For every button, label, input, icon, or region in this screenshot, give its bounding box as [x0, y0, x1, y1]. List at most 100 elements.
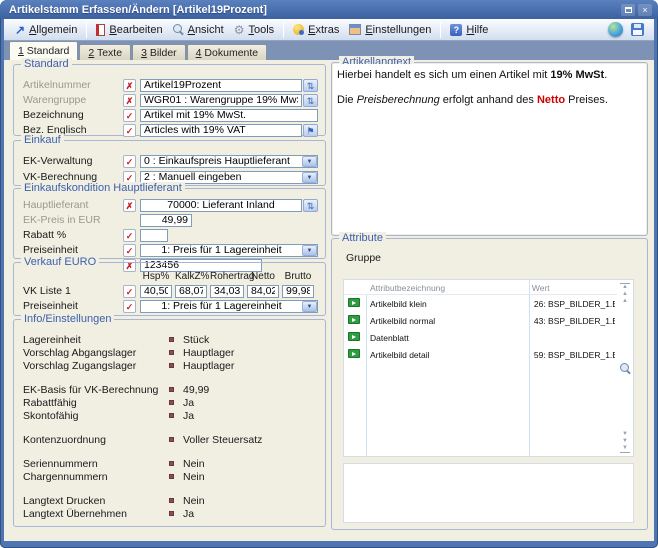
warengruppe-input[interactable] — [140, 94, 302, 107]
editable-check-icon[interactable]: ✓ — [123, 155, 136, 168]
table-row[interactable]: Artikelbild normal 43: BSP_BILDER_1.BMP — [344, 312, 633, 329]
artikelnummer-input[interactable] — [140, 79, 302, 92]
artikelnummer-label: Artikelnummer — [23, 79, 123, 91]
rabatt-input[interactable] — [140, 229, 168, 242]
bullet-icon — [169, 474, 174, 479]
group-standard: Standard Artikelnummer ✗ ⇅ Warengruppe ✗… — [13, 64, 326, 136]
table-row[interactable]: Artikelbild klein 26: BSP_BILDER_1.BMP — [344, 295, 633, 312]
brutto-input[interactable] — [282, 285, 314, 298]
table-row[interactable]: Datenblatt — [344, 329, 633, 346]
info-value: Ja — [183, 508, 194, 520]
group-title: Einkaufskondition Hauptlieferant — [21, 182, 185, 195]
scroll-up-icon[interactable]: ▲ — [620, 291, 630, 298]
menu-separator — [86, 22, 87, 38]
editable-check-icon[interactable]: ✓ — [123, 285, 136, 298]
langtext-editor[interactable]: Hierbei handelt es sich um einen Artikel… — [333, 64, 646, 234]
scroll-down-icon[interactable]: ▼ — [620, 431, 630, 438]
menu-bearbeiten[interactable]: Bearbeiten — [91, 21, 167, 39]
ek-verwaltung-select[interactable]: 0 : Einkaufspreis Hauptlieferant ▼ — [140, 155, 318, 168]
group-info-einstellungen: Info/Einstellungen LagereinheitStück Vor… — [13, 319, 326, 527]
mandatory-x-icon[interactable]: ✗ — [123, 94, 136, 107]
bullet-icon — [169, 387, 174, 392]
mandatory-x-icon[interactable]: ✗ — [123, 79, 136, 92]
language-flag-button[interactable]: ⚑ — [303, 124, 318, 137]
mandatory-x-icon[interactable]: ✗ — [123, 199, 136, 212]
bezeichnung-input[interactable] — [140, 109, 318, 122]
editable-check-icon[interactable]: ✓ — [123, 244, 136, 257]
restore-button[interactable] — [621, 4, 635, 16]
group-artikellangtext: Artikellangtext Hierbei handelt es sich … — [331, 62, 648, 236]
col-hsp: Hsp% — [140, 271, 172, 282]
menu-extras[interactable]: Extras — [288, 21, 344, 39]
group-attribute: Attribute Gruppe Attributbezeichnung Wer… — [331, 238, 648, 530]
preiseinheit-select[interactable]: 1: Preis für 1 Lagereinheit ▼ — [140, 244, 318, 257]
ek-preis-input[interactable] — [140, 214, 192, 227]
info-value: Nein — [183, 471, 205, 483]
tabstrip: 1 Standard 2 Texte 3 Bilder 4 Dokumente — [4, 41, 654, 60]
scroll-up-small-icon[interactable]: ▲ — [620, 298, 630, 305]
chevron-down-icon[interactable]: ▼ — [302, 172, 317, 183]
bez-englisch-input[interactable] — [140, 124, 302, 137]
editable-check-icon[interactable]: ✓ — [123, 109, 136, 122]
vk-preiseinheit-select[interactable]: 1: Preis für 1 Lagereinheit ▼ — [140, 300, 318, 313]
info-value: 49,99 — [183, 384, 209, 396]
table-row[interactable]: Artikelbild detail 59: BSP_BILDER_1.BMP — [344, 346, 633, 363]
attribute-detail-panel — [343, 463, 634, 523]
chevron-down-icon[interactable]: ▼ — [302, 156, 317, 167]
menu-allgemein[interactable]: ↗ Allgemein — [10, 21, 82, 39]
scroll-bottom-icon[interactable]: ▼ — [620, 445, 630, 453]
preiseinheit-label: Preiseinheit — [23, 244, 123, 256]
info-label: Langtext Drucken — [23, 495, 169, 507]
bullet-icon — [169, 400, 174, 405]
menu-ansicht[interactable]: Ansicht — [168, 21, 229, 39]
menu-tools[interactable]: ⚙ Tools — [229, 21, 279, 39]
info-value: Hauptlager — [183, 360, 234, 372]
info-value: Nein — [183, 495, 205, 507]
scroll-down-small-icon[interactable]: ▼ — [620, 438, 630, 445]
bullet-icon — [169, 498, 174, 503]
globe-button[interactable] — [608, 22, 623, 37]
attribute-go-icon — [348, 332, 360, 341]
hauptlieferant-lookup-button[interactable]: ⇅ — [303, 199, 318, 212]
attribute-go-icon — [348, 315, 360, 324]
warengruppe-lookup-button[interactable]: ⇅ — [303, 94, 318, 107]
info-label: Lagereinheit — [23, 334, 169, 346]
rohertrag-input[interactable] — [210, 285, 244, 298]
hsp-input[interactable] — [140, 285, 172, 298]
bullet-icon — [169, 363, 174, 368]
bullet-icon — [169, 461, 174, 466]
col-attributbezeichnung: Attributbezeichnung — [370, 283, 445, 293]
editable-check-icon[interactable]: ✓ — [123, 124, 136, 137]
netto-input[interactable] — [247, 285, 279, 298]
scroll-top-icon[interactable]: ▲ — [620, 283, 630, 291]
info-label: Kontenzuordnung — [23, 434, 169, 446]
preiseinheit-label: Preiseinheit — [23, 300, 123, 312]
kalkz-input[interactable] — [175, 285, 207, 298]
attribute-scroll-strip: ▲ ▲ ▲ ▼ ▼ ▼ — [617, 280, 633, 456]
close-button[interactable]: × — [638, 4, 652, 16]
tab-texte[interactable]: 2 Texte — [79, 44, 131, 60]
restore-icon — [625, 7, 632, 13]
editable-check-icon[interactable]: ✓ — [123, 300, 136, 313]
group-verkauf-euro: Verkauf EURO Hsp% KalkZ% Rohertrag Netto… — [13, 262, 326, 316]
app-window: Artikelstamm Erfassen/Ändern [Artikel19P… — [0, 0, 658, 548]
artikelnummer-lookup-button[interactable]: ⇅ — [303, 79, 318, 92]
bezeichnung-label: Bezeichnung — [23, 109, 123, 121]
chevron-down-icon[interactable]: ▼ — [302, 301, 317, 312]
menu-hilfe[interactable]: ? Hilfe — [445, 21, 493, 39]
info-label: Seriennummern — [23, 458, 169, 470]
tab-dokumente[interactable]: 4 Dokumente — [187, 44, 267, 60]
menu-einstellungen[interactable]: Einstellungen — [344, 21, 436, 39]
arrow-ne-icon: ↗ — [15, 23, 25, 37]
chevron-down-icon[interactable]: ▼ — [302, 245, 317, 256]
info-value: Stück — [183, 334, 209, 346]
hauptlieferant-input[interactable] — [140, 199, 302, 212]
magnifier-icon[interactable] — [620, 363, 631, 374]
tab-bilder[interactable]: 3 Bilder — [132, 44, 186, 60]
col-netto: Netto — [247, 271, 279, 282]
group-einkauf: Einkauf EK-Verwaltung ✓ 0 : Einkaufsprei… — [13, 140, 326, 186]
edit-document-icon — [96, 24, 105, 36]
save-button[interactable] — [631, 23, 644, 36]
editable-check-icon[interactable]: ✓ — [123, 229, 136, 242]
info-value: Ja — [183, 397, 194, 409]
